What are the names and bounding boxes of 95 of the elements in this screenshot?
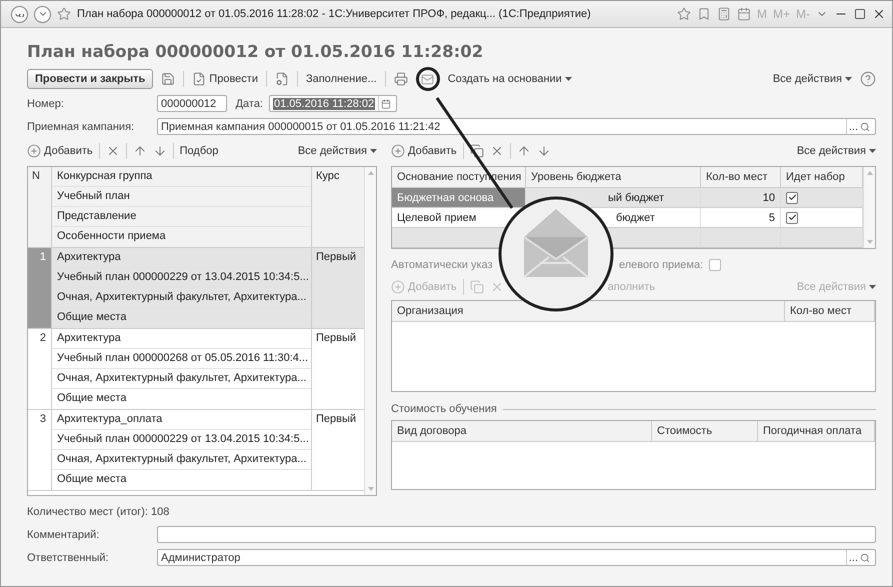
more-button[interactable]: ... (848, 120, 858, 132)
row-number: 2 (28, 329, 52, 409)
number-label: Номер: (27, 98, 65, 110)
document-icon[interactable] (192, 72, 206, 86)
plus-circle-icon[interactable] (27, 144, 41, 158)
table-cell: Очная, Архитектурный факультет, Архитектура... (52, 450, 311, 470)
caret-icon (869, 285, 876, 289)
copy-icon[interactable] (470, 144, 484, 158)
column-header: Кол-во мест (785, 301, 875, 322)
comment-label: Комментарий: (27, 528, 100, 540)
table-cell: Очная, Архитектурный факультет, Архитектура... (52, 369, 311, 389)
document-gear-icon[interactable] (274, 72, 289, 86)
arrow-down-icon[interactable] (152, 144, 167, 158)
row-number: 1 (28, 248, 52, 328)
campaign-label: Приемная кампания: (27, 120, 136, 132)
search-icon[interactable] (860, 552, 870, 562)
caret-icon (869, 149, 876, 153)
more-button[interactable]: ... (848, 552, 858, 564)
column-header: Особенности приема (56, 229, 167, 244)
number-field[interactable]: 000000012 (157, 95, 227, 112)
table-cell: Учебный план 000000229 от 13.04.2015 10:34:5... (52, 430, 311, 450)
post-and-close-button[interactable]: Провести и закрыть (27, 69, 154, 89)
form-title: План набора 000000012 от 01.05.2016 11:28:02 (27, 40, 484, 62)
table-cell: Архитектура (52, 329, 311, 349)
table-row[interactable]: 3 Архитектура_оплата Учебный план 000000229 от 13.04.2015 10:34:5... Очная, Архитектурный факультет, Архитектура... Общие места Первый (28, 410, 364, 491)
calendar-icon[interactable] (381, 98, 391, 108)
table-cell: Учебный план 000000268 от 05.05.2016 11:30:4... (52, 349, 311, 369)
comment-field[interactable] (157, 526, 876, 543)
star-icon[interactable] (676, 7, 691, 21)
help-icon[interactable] (860, 71, 876, 87)
create-based-on-button[interactable]: Создать на основании (448, 73, 572, 85)
calendar-icon[interactable] (736, 7, 751, 21)
column-header: Представление (52, 207, 311, 227)
date-field[interactable]: 01.05.2016 11:28:02 (269, 95, 397, 112)
add-button[interactable]: Добавить (27, 144, 93, 158)
column-header: Погодичная оплата (758, 421, 875, 442)
table-cell: 10 (701, 188, 781, 208)
table-row[interactable]: 2 Архитектура Учебный план 000000268 от 05.05.2016 11:30:4... Очная, Архитектурный факультет, Архитектура... Общие места Первый (28, 329, 364, 410)
campaign-field[interactable]: Приемная кампания 000000015 от 01.05.2016 11:21:42 ... (157, 118, 876, 135)
maximize-icon[interactable] (854, 8, 866, 20)
responsible-label: Ответственный: (27, 552, 110, 564)
date-label: Дата: (234, 98, 263, 110)
auto-label: елевого приема: (619, 258, 704, 270)
plus-circle-icon[interactable] (391, 144, 405, 158)
column-header: Учебный план (52, 187, 311, 207)
column-header: Конкурсная группа (52, 167, 311, 187)
close-icon[interactable] (872, 7, 886, 21)
column-header: N (28, 167, 52, 247)
responsible-field[interactable]: Администратор ... (157, 549, 876, 566)
table-cell: 5 (701, 208, 781, 228)
post-button[interactable]: Провести (192, 72, 258, 86)
column-header: Стоимость (652, 421, 758, 442)
auto-label: Автоматически указ (391, 258, 494, 270)
pick-button[interactable]: Подбор (180, 145, 218, 157)
table-cell-text: Первый (315, 412, 358, 427)
star-icon[interactable] (57, 7, 71, 21)
search-icon[interactable] (860, 122, 870, 132)
table-cell-text: Общие места (56, 310, 128, 325)
table-cell: Очная, Архитектурный факультет, Архитектура... (52, 288, 311, 308)
logo-icon[interactable] (11, 6, 28, 22)
checkbox[interactable] (709, 258, 722, 270)
caret-icon (564, 77, 572, 81)
column-header: Вид договора (392, 421, 652, 442)
column-header: Уровень бюджета (526, 167, 701, 188)
all-actions-button[interactable]: Все действия (796, 145, 876, 157)
dropdown-button[interactable] (34, 6, 51, 22)
caret-icon (845, 77, 852, 81)
calculator-icon[interactable] (716, 7, 731, 21)
column-header: Кол-во мест (701, 167, 781, 188)
row-number: 3 (28, 410, 52, 490)
table-cell: Архитектура (52, 248, 311, 268)
checkbox[interactable] (786, 192, 798, 204)
table-cell-text: Первый (315, 331, 358, 346)
table-row[interactable]: 1 Архитектура Учебный план 000000229 от 13.04.2015 10:34:5... Очная, Архитектурный факультет, Архитектура... Общие места Первый (28, 248, 364, 329)
printer-icon[interactable] (394, 72, 408, 86)
table-cell-text: Первый (315, 250, 358, 265)
bookmark-icon[interactable] (696, 7, 711, 21)
all-actions-button[interactable]: Все действия (298, 145, 377, 157)
table-cell-text: Общие места (56, 472, 128, 487)
total-places-text: Количество мест (итог): 108 (27, 506, 170, 518)
fill-button[interactable]: Заполнение... (306, 73, 377, 85)
column-header: Курс (315, 169, 340, 184)
column-header: Идет набор (781, 167, 863, 188)
caret-icon (370, 149, 377, 153)
group-title: Стоимость обучения (391, 403, 497, 415)
column-header: Организация (392, 301, 785, 322)
all-actions-button[interactable]: Все действия (772, 73, 852, 85)
table-cell: Учебный план 000000229 от 13.04.2015 10:34:5... (52, 268, 311, 288)
table-cell: Архитектура_оплата (52, 410, 311, 430)
table-cell-text: Общие места (56, 391, 128, 406)
window-title: План набора 000000012 от 01.05.2016 11:28:02 - 1С:Университет ПРОФ, редакц... (1С:Предприятие) (77, 8, 592, 20)
save-icon[interactable] (161, 72, 176, 86)
add-button[interactable]: Добавить (391, 144, 457, 158)
envelope-icon[interactable] (421, 72, 434, 86)
checkbox[interactable] (786, 212, 798, 224)
